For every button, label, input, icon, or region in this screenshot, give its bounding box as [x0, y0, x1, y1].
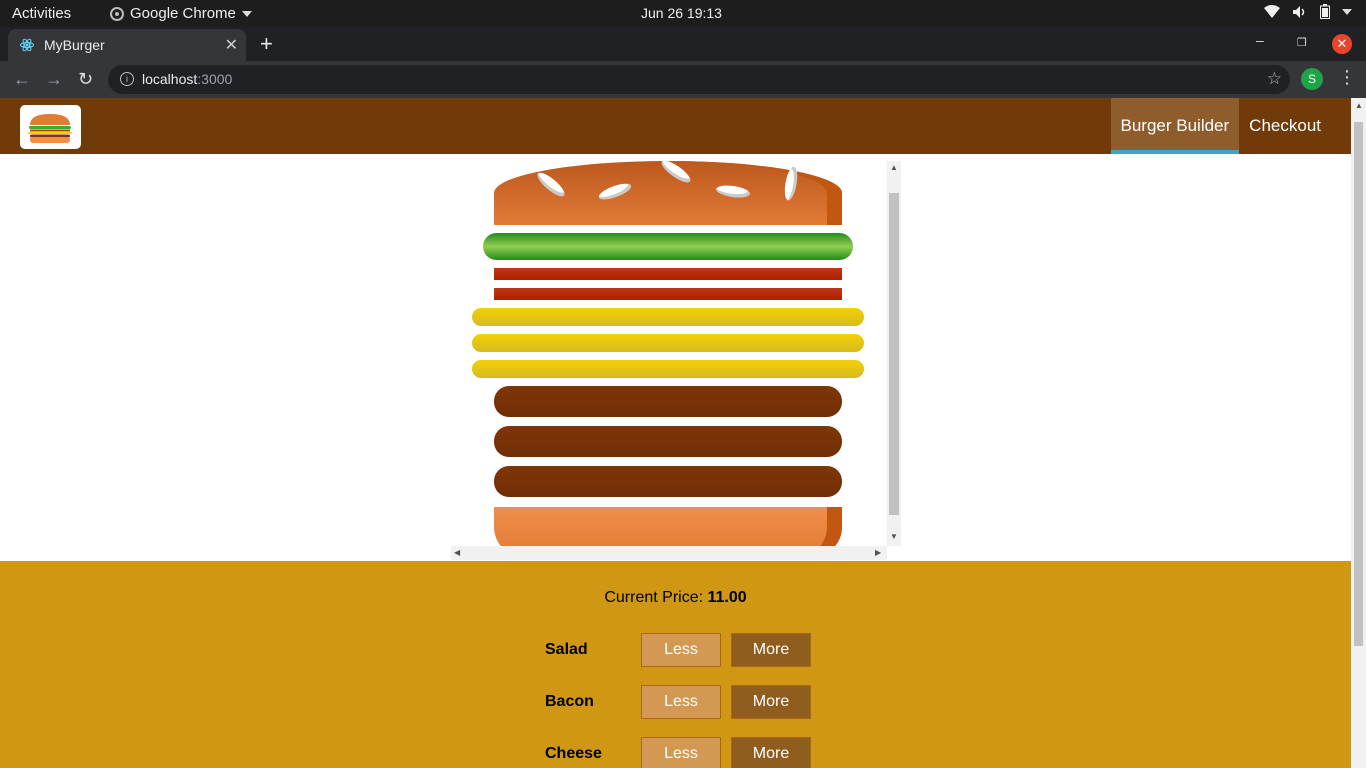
ingredient-meat [494, 466, 842, 497]
info-icon[interactable]: i [120, 72, 134, 86]
scroll-left-icon[interactable]: ◀ [454, 548, 460, 557]
ingredient-label: Bacon [545, 693, 594, 710]
burger-preview[interactable] [451, 161, 901, 561]
nav-checkout[interactable]: Checkout [1239, 98, 1331, 154]
chrome-icon [110, 6, 124, 21]
battery-icon [1320, 4, 1330, 19]
price-label: Current Price: [604, 589, 704, 606]
seed-icon [715, 183, 751, 200]
salad-more-button[interactable]: More [731, 633, 811, 667]
app-menu[interactable]: Google Chrome [110, 5, 252, 22]
reload-icon[interactable]: ↻ [78, 69, 93, 90]
url-text: localhost:3000 [142, 71, 232, 87]
scroll-right-icon[interactable]: ▶ [875, 548, 881, 557]
page-viewport: Burger Builder Checkout ▲ ▼ ◀ ▶ Current … [0, 98, 1351, 768]
forward-arrow-icon[interactable]: → [45, 69, 63, 90]
chevron-down-icon [241, 10, 252, 17]
back-arrow-icon[interactable]: ← [13, 69, 31, 90]
url-host: localhost [142, 71, 198, 87]
price-value: 11.00 [707, 589, 747, 606]
scroll-thumb[interactable] [889, 193, 899, 515]
react-favicon-icon [20, 38, 34, 52]
cheese-more-button[interactable]: More [731, 737, 811, 768]
bacon-more-button[interactable]: More [731, 685, 811, 719]
page-scroll-thumb[interactable] [1354, 122, 1363, 646]
volume-icon [1293, 5, 1305, 18]
ingredient-salad [483, 233, 853, 260]
tab-strip: MyBurger ✕ + – ❐ [0, 27, 1366, 61]
burger-horizontal-scrollbar[interactable]: ◀ ▶ [451, 546, 887, 560]
activities-button[interactable]: Activities [12, 5, 71, 22]
window-close-icon[interactable]: ✕ [1332, 34, 1352, 54]
main-nav: Burger Builder Checkout [1110, 98, 1352, 154]
tab-title: MyBurger [44, 37, 105, 53]
restore-icon[interactable]: ❐ [1297, 36, 1307, 49]
burger-vertical-scrollbar[interactable]: ▲ ▼ [887, 161, 901, 546]
salad-less-button[interactable]: Less [641, 633, 721, 667]
app-menu-label: Google Chrome [130, 5, 236, 22]
system-menu-chevron-icon [1342, 8, 1352, 15]
tab-myburger[interactable]: MyBurger ✕ [8, 29, 246, 61]
bread-top [494, 161, 842, 225]
clock[interactable]: Jun 26 19:13 [641, 5, 722, 21]
ingredient-meat [494, 386, 842, 417]
browser-toolbar: ← → ↻ i localhost:3000 ☆ S ⋮ [0, 61, 1366, 98]
address-bar[interactable]: i localhost:3000 ☆ [108, 65, 1290, 94]
system-top-bar: Activities Google Chrome Jun 26 19:13 [0, 0, 1366, 27]
ingredient-label: Cheese [545, 745, 602, 762]
app-header: Burger Builder Checkout [0, 98, 1351, 154]
page-scrollbar[interactable]: ▲ [1351, 98, 1366, 768]
url-port: :3000 [197, 71, 233, 87]
wifi-icon [1264, 4, 1280, 18]
control-bacon: Bacon Less More [545, 685, 815, 719]
build-controls: Current Price: 11.00 Salad Less More Bac… [0, 561, 1351, 768]
bookmark-star-icon[interactable]: ☆ [1267, 69, 1282, 89]
minimize-icon[interactable]: – [1256, 32, 1264, 48]
ingredient-label: Salad [545, 641, 588, 658]
profile-avatar[interactable]: S [1301, 68, 1323, 90]
ingredient-cheese [472, 360, 864, 378]
new-tab-icon[interactable]: + [260, 31, 273, 57]
seed-icon [597, 180, 633, 203]
tab-close-icon[interactable]: ✕ [225, 35, 238, 55]
current-price: Current Price: 11.00 [0, 589, 1351, 607]
ingredient-bacon [494, 288, 842, 300]
seed-icon [534, 169, 568, 200]
control-salad: Salad Less More [545, 633, 815, 667]
more-menu-icon[interactable]: ⋮ [1338, 67, 1356, 88]
burger-logo[interactable] [20, 105, 81, 149]
nav-burger-builder[interactable]: Burger Builder [1110, 98, 1240, 154]
cheese-less-button[interactable]: Less [641, 737, 721, 768]
ingredient-cheese [472, 334, 864, 352]
system-tray[interactable] [1264, 4, 1352, 19]
bacon-less-button[interactable]: Less [641, 685, 721, 719]
page-scroll-up-icon[interactable]: ▲ [1355, 101, 1363, 110]
burger-logo-icon [28, 114, 72, 143]
seed-icon [782, 165, 800, 202]
ingredient-bacon [494, 268, 842, 280]
seed-icon [658, 161, 694, 186]
ingredient-cheese [472, 308, 864, 326]
ingredient-meat [494, 426, 842, 457]
control-cheese: Cheese Less More [545, 737, 815, 768]
scroll-down-icon[interactable]: ▼ [890, 532, 898, 541]
scroll-up-icon[interactable]: ▲ [890, 163, 898, 172]
